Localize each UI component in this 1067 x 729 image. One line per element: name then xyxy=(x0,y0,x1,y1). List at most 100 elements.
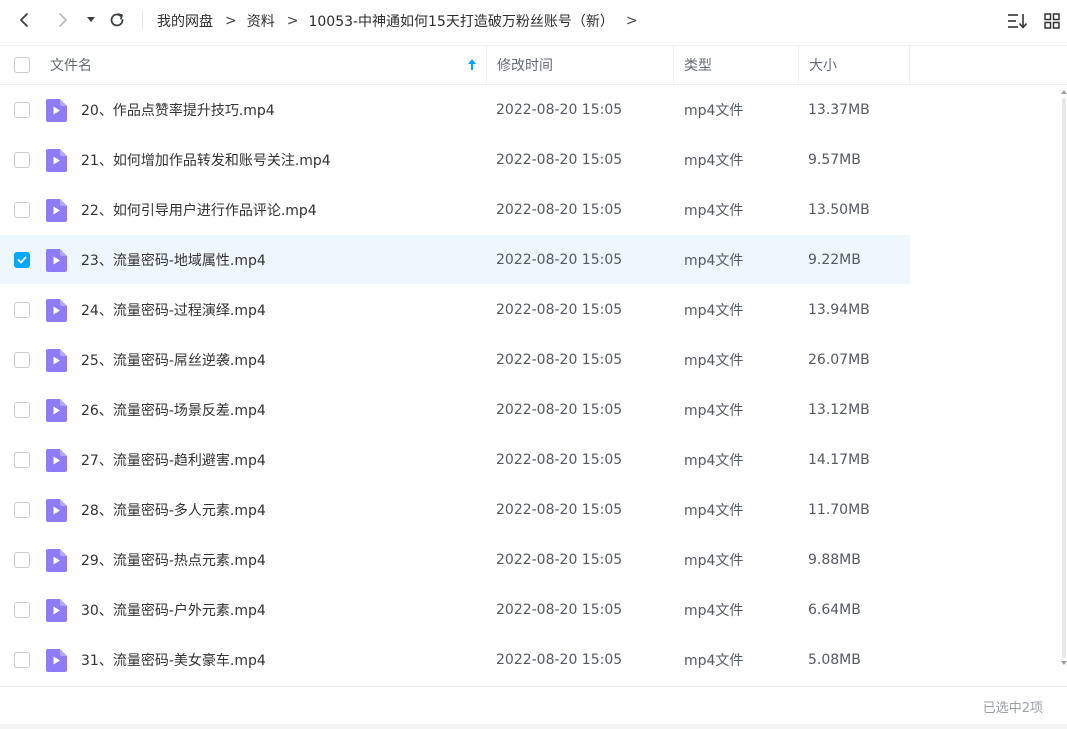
row-checkbox[interactable] xyxy=(14,502,30,518)
row-checkbox[interactable] xyxy=(14,252,30,268)
file-type: mp4文件 xyxy=(684,202,744,219)
file-type: mp4文件 xyxy=(684,452,744,469)
file-type: mp4文件 xyxy=(684,652,744,669)
select-all-checkbox[interactable] xyxy=(14,57,30,73)
file-name: 27、流量密码-趋利避害.mp4 xyxy=(81,452,266,469)
file-row[interactable]: 30、流量密码-户外元素.mp4 2022-08-20 15:05 mp4文件 6.6… xyxy=(0,585,910,634)
caret-down-icon xyxy=(87,17,95,22)
file-size: 13.37MB xyxy=(808,101,870,118)
file-row[interactable]: 26、流量密码-场景反差.mp4 2022-08-20 15:05 mp4文件 13.… xyxy=(0,385,910,434)
grid-view-icon xyxy=(1044,13,1060,29)
column-header-size[interactable]: 大小 xyxy=(798,46,910,84)
row-checkbox[interactable] xyxy=(14,152,30,168)
chevron-right-icon xyxy=(59,13,67,27)
file-modified-time: 2022-08-20 15:05 xyxy=(496,351,623,368)
file-name: 22、如何引导用户进行作品评论.mp4 xyxy=(81,202,317,219)
table-header: 文件名 修改时间 类型 大小 xyxy=(0,45,1067,85)
breadcrumb: 我的网盘 > 资料 > 10053-中神通如何15天打造破万粉丝账号（新） > xyxy=(157,10,648,32)
file-modified-time: 2022-08-20 15:05 xyxy=(496,451,623,468)
column-header-name[interactable]: 文件名 xyxy=(50,46,485,84)
row-checkbox[interactable] xyxy=(14,602,30,618)
row-checkbox[interactable] xyxy=(14,402,30,418)
file-size: 13.50MB xyxy=(808,201,870,218)
file-row[interactable]: 27、流量密码-趋利避害.mp4 2022-08-20 15:05 mp4文件 14.… xyxy=(0,435,910,484)
row-checkbox[interactable] xyxy=(14,202,30,218)
video-file-icon xyxy=(46,599,67,622)
file-name: 21、如何增加作品转发和账号关注.mp4 xyxy=(81,152,331,169)
file-row[interactable]: 22、如何引导用户进行作品评论.mp4 2022-08-20 15:05 mp4文件… xyxy=(0,185,910,234)
file-row[interactable]: 24、流量密码-过程演绎.mp4 2022-08-20 15:05 mp4文件 13.… xyxy=(0,285,910,334)
file-row[interactable]: 25、流量密码-屌丝逆袭.mp4 2022-08-20 15:05 mp4文件 26.… xyxy=(0,335,910,384)
toolbar: 我的网盘 > 资料 > 10053-中神通如何15天打造破万粉丝账号（新） > xyxy=(0,0,1067,42)
file-row[interactable]: 20、作品点赞率提升技巧.mp4 2022-08-20 15:05 mp4文件 13.… xyxy=(0,85,910,134)
file-modified-time: 2022-08-20 15:05 xyxy=(496,501,623,518)
selection-status-text: 已选中2项 xyxy=(982,701,1043,716)
breadcrumb-item-folder[interactable]: 资料 xyxy=(247,11,275,31)
row-checkbox[interactable] xyxy=(14,552,30,568)
video-file-icon xyxy=(46,649,67,672)
history-dropdown-button[interactable] xyxy=(79,8,103,32)
scroll-up-arrow-icon[interactable] xyxy=(1061,90,1067,94)
scroll-down-arrow-icon[interactable] xyxy=(1061,661,1067,665)
file-row[interactable]: 23、流量密码-地域属性.mp4 2022-08-20 15:05 mp4文件 9.2… xyxy=(0,235,910,284)
file-size: 9.57MB xyxy=(808,151,861,168)
file-size: 6.64MB xyxy=(808,601,861,618)
row-checkbox[interactable] xyxy=(14,452,30,468)
status-bar: 已选中2项 xyxy=(0,686,1067,725)
file-row[interactable]: 28、流量密码-多人元素.mp4 2022-08-20 15:05 mp4文件 11.… xyxy=(0,485,910,534)
file-type: mp4文件 xyxy=(684,602,744,619)
file-modified-time: 2022-08-20 15:05 xyxy=(496,551,623,568)
file-modified-time: 2022-08-20 15:05 xyxy=(496,101,623,118)
file-row[interactable]: 31、流量密码-美女豪车.mp4 2022-08-20 15:05 mp4文件 5.0… xyxy=(0,635,910,684)
breadcrumb-separator: > xyxy=(225,13,237,29)
video-file-icon xyxy=(46,499,67,522)
file-type: mp4文件 xyxy=(684,102,744,119)
row-checkbox[interactable] xyxy=(14,352,30,368)
file-modified-time: 2022-08-20 15:05 xyxy=(496,251,623,268)
row-checkbox[interactable] xyxy=(14,102,30,118)
file-row[interactable]: 21、如何增加作品转发和账号关注.mp4 2022-08-20 15:05 mp4文… xyxy=(0,135,910,184)
vertical-scrollbar[interactable] xyxy=(1059,90,1067,665)
file-type: mp4文件 xyxy=(684,252,744,269)
row-checkbox[interactable] xyxy=(14,652,30,668)
breadcrumb-item-current[interactable]: 10053-中神通如何15天打造破万粉丝账号（新） xyxy=(308,11,613,31)
file-size: 5.08MB xyxy=(808,651,861,668)
file-name: 26、流量密码-场景反差.mp4 xyxy=(81,402,266,419)
file-name: 25、流量密码-屌丝逆袭.mp4 xyxy=(81,352,266,369)
checkmark-icon xyxy=(17,256,27,264)
file-name: 29、流量密码-热点元素.mp4 xyxy=(81,552,266,569)
sort-list-icon xyxy=(1008,14,1028,29)
scroll-thumb[interactable] xyxy=(1062,98,1066,658)
video-file-icon xyxy=(46,199,67,222)
video-file-icon xyxy=(46,399,67,422)
breadcrumb-item-root[interactable]: 我的网盘 xyxy=(157,11,213,31)
column-header-type[interactable]: 类型 xyxy=(673,46,798,84)
file-modified-time: 2022-08-20 15:05 xyxy=(496,601,623,618)
row-checkbox[interactable] xyxy=(14,302,30,318)
file-size: 11.70MB xyxy=(808,501,870,518)
back-button[interactable] xyxy=(12,8,36,32)
breadcrumb-expand-arrow[interactable]: > xyxy=(626,13,638,29)
chevron-left-icon xyxy=(20,13,28,27)
file-name: 20、作品点赞率提升技巧.mp4 xyxy=(81,102,275,119)
file-type: mp4文件 xyxy=(684,552,744,569)
file-name: 23、流量密码-地域属性.mp4 xyxy=(81,252,266,269)
video-file-icon xyxy=(46,549,67,572)
sort-ascending-arrow-icon[interactable] xyxy=(466,58,478,72)
file-row[interactable]: 29、流量密码-热点元素.mp4 2022-08-20 15:05 mp4文件 9.8… xyxy=(0,535,910,584)
refresh-icon xyxy=(110,13,124,27)
video-file-icon xyxy=(46,449,67,472)
column-header-type-label: 类型 xyxy=(684,58,712,74)
forward-button[interactable] xyxy=(51,8,75,32)
file-size: 14.17MB xyxy=(808,451,870,468)
file-type: mp4文件 xyxy=(684,152,744,169)
sort-button[interactable] xyxy=(1007,10,1029,32)
column-header-modified[interactable]: 修改时间 xyxy=(486,46,673,84)
column-header-name-label: 文件名 xyxy=(50,58,92,74)
video-file-icon xyxy=(46,99,67,122)
bottom-strip xyxy=(0,724,1067,729)
file-modified-time: 2022-08-20 15:05 xyxy=(496,201,623,218)
file-name: 28、流量密码-多人元素.mp4 xyxy=(81,502,266,519)
view-toggle-button[interactable] xyxy=(1041,10,1063,32)
refresh-button[interactable] xyxy=(105,8,129,32)
